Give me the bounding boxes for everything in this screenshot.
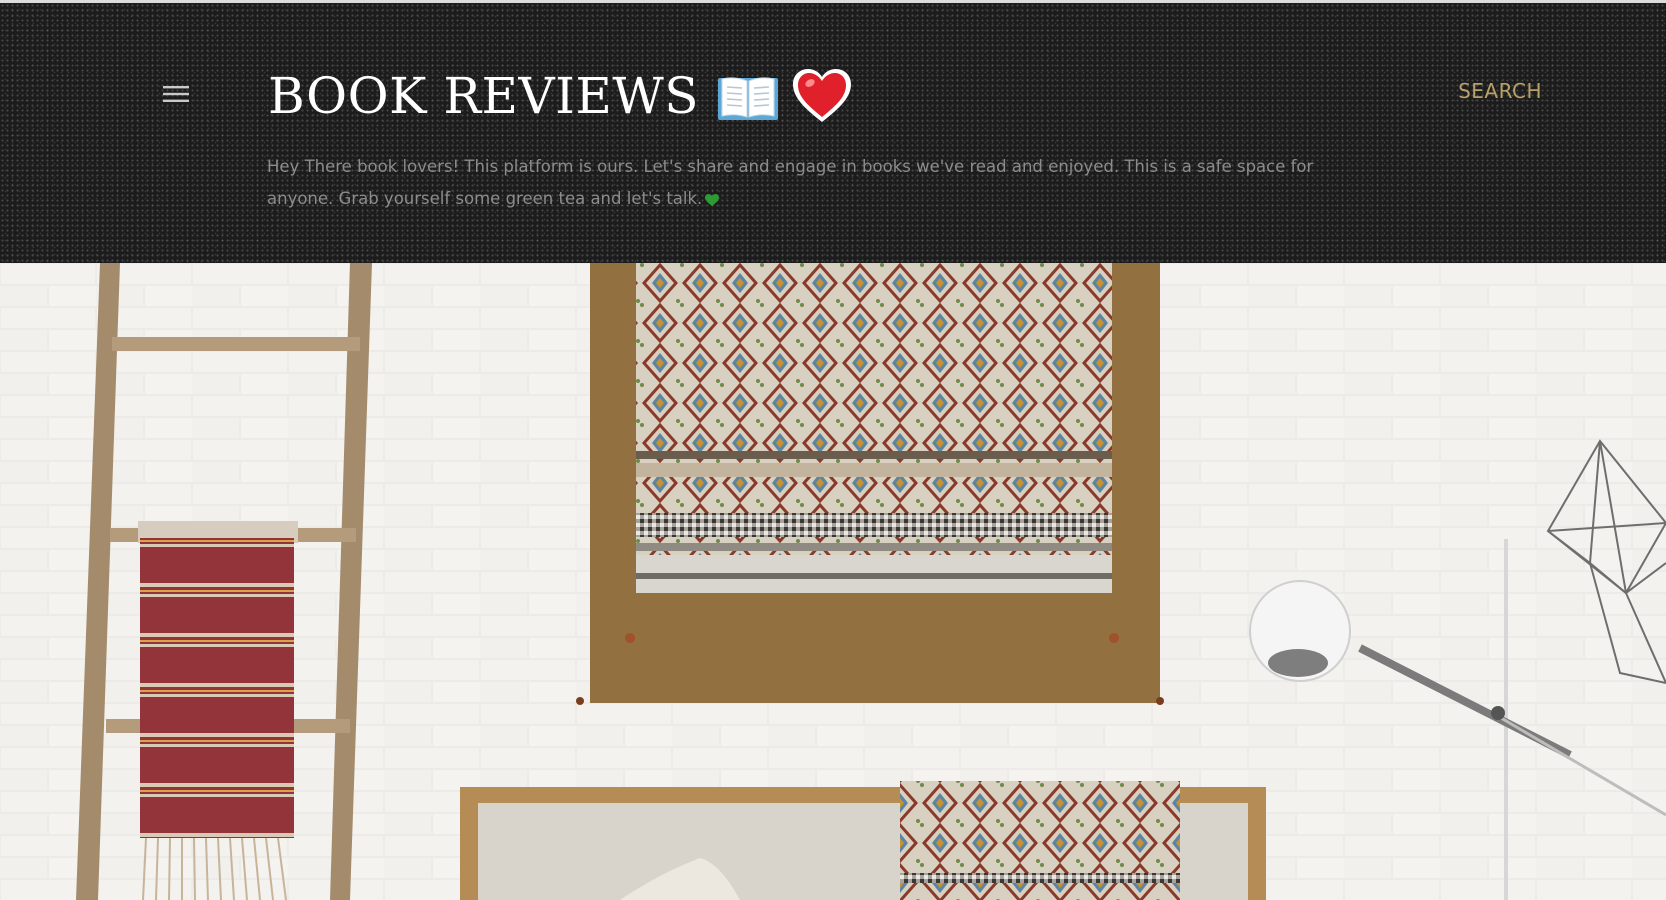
blog-title-text[interactable]: BOOK REVIEWS (268, 67, 699, 125)
blog-header: BOOK REVIEWS SEARCH Hey There book lover… (0, 0, 1666, 263)
hero-image (0, 263, 1666, 900)
blog-description: Hey There book lovers! This platform is … (267, 151, 1367, 215)
blog-title[interactable]: BOOK REVIEWS (268, 61, 853, 131)
hero-interior-photo (0, 263, 1666, 900)
blog-description-text: Hey There book lovers! This platform is … (267, 157, 1314, 208)
green-heart-icon (705, 193, 720, 206)
open-book-icon (718, 77, 779, 120)
search-button[interactable]: SEARCH (1458, 79, 1542, 103)
hamburger-menu-icon[interactable] (160, 83, 192, 105)
red-heart-icon (793, 69, 852, 122)
